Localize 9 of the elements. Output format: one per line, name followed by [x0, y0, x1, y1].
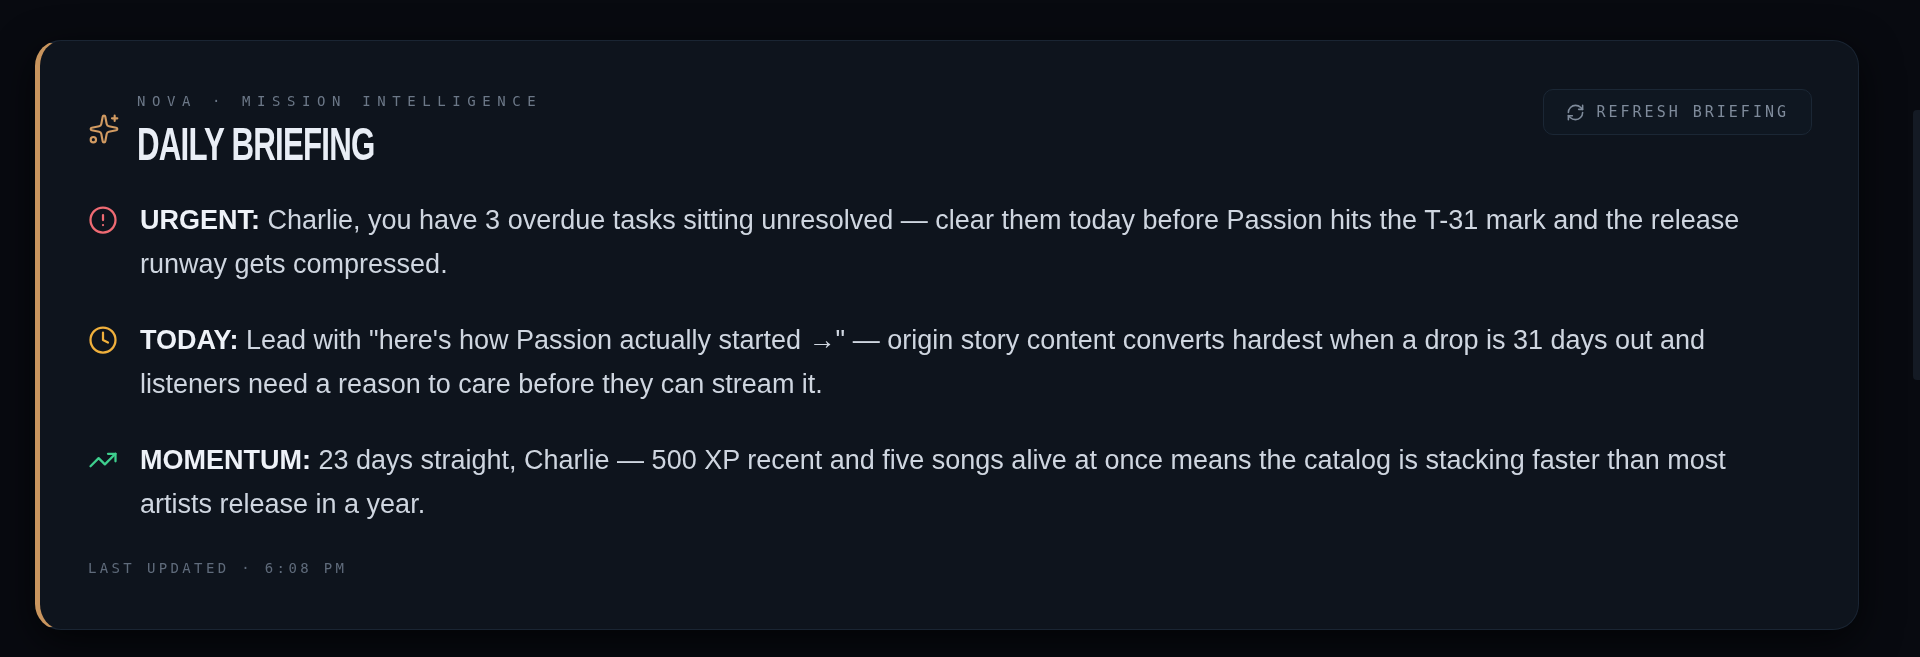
- briefing-item-text: TODAY: Lead with "here's how Passion actually started →" — origin story content converts hardest when a drop is 31 days out and listeners need a reason to care before they can stream it.: [140, 324, 1707, 401]
- sparkle-icon: [88, 113, 120, 145]
- card-title: DAILY BRIEFING: [137, 121, 375, 167]
- briefing-item-text: URGENT: Charlie, you have 3 overdue tasks sitting unresolved — clear them today before Passion hits the T-31 mark and the release runway gets compressed.: [140, 204, 1741, 281]
- last-updated-label: LAST UPDATED · 6:08 PM: [88, 560, 348, 576]
- eyebrow-label: NOVA · MISSION INTELLIGENCE: [137, 92, 543, 110]
- briefing-item-text: MOMENTUM: 23 days straight, Charlie — 500 XP recent and five songs alive at once means the catalog is stacking faster than most artists release in a year.: [140, 444, 1727, 521]
- refresh-icon: [1565, 102, 1585, 122]
- refresh-button[interactable]: REFRESH BRIEFING: [1542, 89, 1812, 135]
